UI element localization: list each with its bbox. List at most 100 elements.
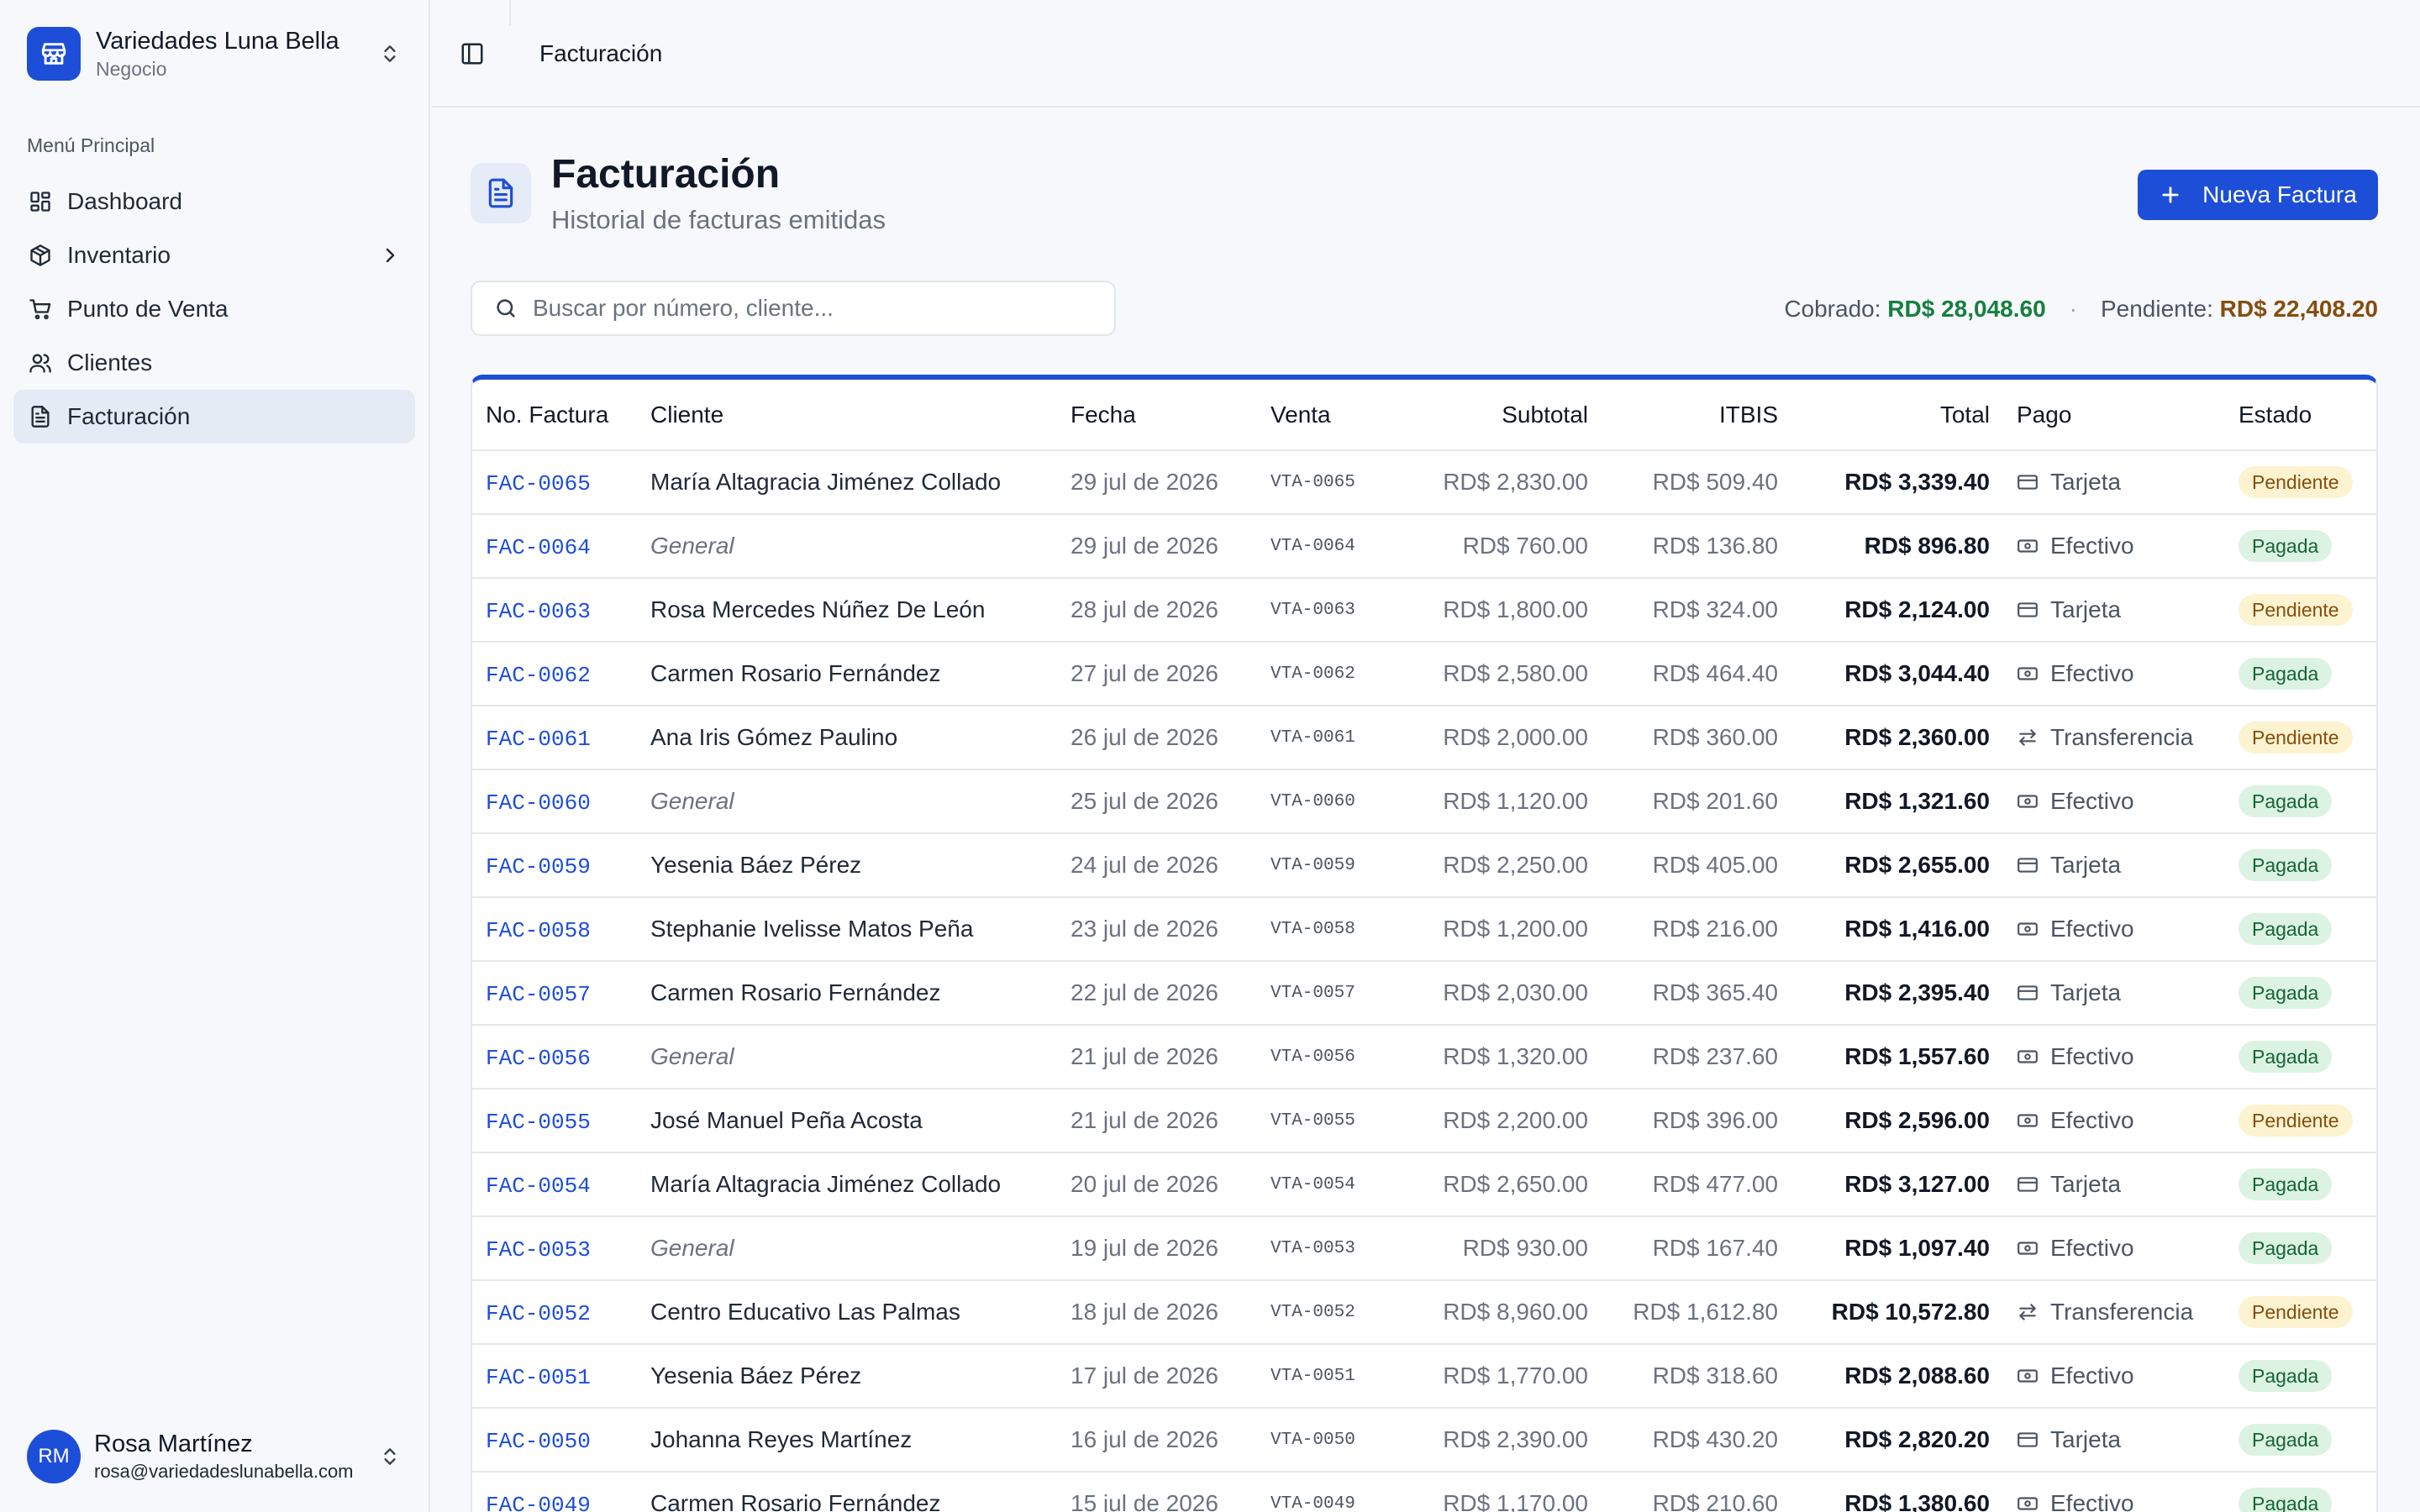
payment-method: Efectivo xyxy=(2050,788,2134,814)
table-row[interactable]: FAC-0056 General 21 jul de 2026 VTA-0056 RD$… xyxy=(472,1025,2376,1089)
itbis-cell: RD$ 167.40 xyxy=(1602,1216,1791,1281)
file-text-icon xyxy=(471,163,531,223)
invoice-number-link[interactable]: FAC-0056 xyxy=(486,1046,591,1071)
column-header-subtotal[interactable]: Subtotal xyxy=(1383,380,1602,451)
invoice-number-link[interactable]: FAC-0062 xyxy=(486,663,591,688)
payment-cell: Efectivo xyxy=(2003,1472,2225,1512)
payment-method: Efectivo xyxy=(2050,1490,2134,1512)
invoice-number-link[interactable]: FAC-0052 xyxy=(486,1301,591,1326)
table-row[interactable]: FAC-0052 Centro Educativo Las Palmas 18 ju… xyxy=(472,1280,2376,1345)
column-header-payment[interactable]: Pago xyxy=(2003,380,2225,451)
subtotal-cell: RD$ 930.00 xyxy=(1383,1216,1602,1281)
invoice-number-link[interactable]: FAC-0057 xyxy=(486,982,591,1007)
sale-cell: VTA-0059 xyxy=(1257,833,1383,898)
itbis-cell: RD$ 396.00 xyxy=(1602,1089,1791,1153)
invoice-number-link[interactable]: FAC-0055 xyxy=(486,1110,591,1135)
payment-cell: Efectivo xyxy=(2003,1025,2225,1089)
sidebar-item-punto-de-venta[interactable]: Punto de Venta xyxy=(13,282,415,336)
invoice-number-link[interactable]: FAC-0051 xyxy=(486,1365,591,1390)
table-row[interactable]: FAC-0054 María Altagracia Jiménez Collado… xyxy=(472,1152,2376,1217)
table-row[interactable]: FAC-0050 Johanna Reyes Martínez 16 jul de … xyxy=(472,1408,2376,1473)
table-row[interactable]: FAC-0057 Carmen Rosario Fernández 22 jul d… xyxy=(472,961,2376,1026)
sale-cell: VTA-0063 xyxy=(1257,578,1383,643)
business-switcher[interactable]: Variedades Luna Bella Negocio xyxy=(27,24,403,84)
sidebar-item-inventario[interactable]: Inventario xyxy=(13,228,415,282)
credit-card-icon xyxy=(2017,1173,2039,1195)
invoices-table-card: No. Factura Cliente Fecha Venta Subtotal… xyxy=(471,375,2378,1512)
subtotal-cell: RD$ 1,120.00 xyxy=(1383,769,1602,834)
invoice-number-link[interactable]: FAC-0059 xyxy=(486,854,591,879)
status-cell: Pagada xyxy=(2225,1216,2376,1281)
invoice-number-link[interactable]: FAC-0050 xyxy=(486,1429,591,1454)
table-row[interactable]: FAC-0062 Carmen Rosario Fernández 27 jul d… xyxy=(472,642,2376,706)
invoice-number-link[interactable]: FAC-0065 xyxy=(486,471,591,496)
sidebar-item-dashboard[interactable]: Dashboard xyxy=(13,175,415,228)
client-cell: Centro Educativo Las Palmas xyxy=(637,1280,1057,1345)
arrows-left-right-icon xyxy=(2017,727,2039,748)
table-row[interactable]: FAC-0065 María Altagracia Jiménez Collado… xyxy=(472,450,2376,515)
subtotal-cell: RD$ 1,770.00 xyxy=(1383,1344,1602,1409)
search-box[interactable] xyxy=(471,281,1116,336)
column-header-date[interactable]: Fecha xyxy=(1057,380,1257,451)
sale-cell: VTA-0049 xyxy=(1257,1472,1383,1512)
table-row[interactable]: FAC-0051 Yesenia Báez Pérez 17 jul de 2026… xyxy=(472,1344,2376,1409)
column-header-total[interactable]: Total xyxy=(1791,380,2003,451)
itbis-cell: RD$ 1,612.80 xyxy=(1602,1280,1791,1345)
subtotal-cell: RD$ 1,170.00 xyxy=(1383,1472,1602,1512)
banknote-icon xyxy=(2017,918,2039,940)
table-header-row: No. Factura Cliente Fecha Venta Subtotal… xyxy=(472,380,2376,451)
user-menu[interactable]: RM Rosa Martínez rosa@variedadeslunabell… xyxy=(27,1426,403,1487)
table-row[interactable]: FAC-0064 General 29 jul de 2026 VTA-0064 RD$… xyxy=(472,514,2376,579)
column-header-client[interactable]: Cliente xyxy=(637,380,1057,451)
payment-method: Tarjeta xyxy=(2050,979,2122,1005)
total-cell: RD$ 2,124.00 xyxy=(1791,578,2003,643)
table-row[interactable]: FAC-0061 Ana Iris Gómez Paulino 26 jul de … xyxy=(472,706,2376,770)
sale-cell: VTA-0064 xyxy=(1257,514,1383,579)
table-row[interactable]: FAC-0060 General 25 jul de 2026 VTA-0060 RD$… xyxy=(472,769,2376,834)
client-cell: General xyxy=(637,1025,1057,1089)
invoice-number-link[interactable]: FAC-0054 xyxy=(486,1173,591,1199)
table-row[interactable]: FAC-0063 Rosa Mercedes Núñez De León 28 ju… xyxy=(472,578,2376,643)
sidebar-toggle-button[interactable] xyxy=(457,39,487,69)
search-input[interactable] xyxy=(533,295,1071,322)
itbis-cell: RD$ 360.00 xyxy=(1602,706,1791,770)
invoice-number-link[interactable]: FAC-0064 xyxy=(486,535,591,560)
column-header-invoice[interactable]: No. Factura xyxy=(472,380,637,451)
payment-cell: Tarjeta xyxy=(2003,833,2225,898)
box-icon xyxy=(27,242,54,269)
sidebar-item-facturacion[interactable]: Facturación xyxy=(13,390,415,444)
status-cell: Pagada xyxy=(2225,514,2376,579)
new-invoice-button[interactable]: Nueva Factura xyxy=(2138,170,2378,220)
client-cell: Carmen Rosario Fernández xyxy=(637,642,1057,706)
client-cell: Rosa Mercedes Núñez De León xyxy=(637,578,1057,643)
table-row[interactable]: FAC-0055 José Manuel Peña Acosta 21 jul de… xyxy=(472,1089,2376,1153)
itbis-cell: RD$ 136.80 xyxy=(1602,514,1791,579)
subtotal-cell: RD$ 760.00 xyxy=(1383,514,1602,579)
itbis-cell: RD$ 237.60 xyxy=(1602,1025,1791,1089)
invoice-number-link[interactable]: FAC-0053 xyxy=(486,1237,591,1263)
itbis-cell: RD$ 201.60 xyxy=(1602,769,1791,834)
table-row[interactable]: FAC-0053 General 19 jul de 2026 VTA-0053 RD$… xyxy=(472,1216,2376,1281)
invoice-number-link[interactable]: FAC-0049 xyxy=(486,1493,591,1512)
invoice-number-link[interactable]: FAC-0058 xyxy=(486,918,591,943)
payment-cell: Tarjeta xyxy=(2003,961,2225,1026)
column-header-status[interactable]: Estado xyxy=(2225,380,2376,451)
payment-cell: Tarjeta xyxy=(2003,450,2225,515)
column-header-sale[interactable]: Venta xyxy=(1257,380,1383,451)
date-cell: 19 jul de 2026 xyxy=(1057,1216,1257,1281)
payment-method: Tarjeta xyxy=(2050,469,2122,495)
table-row[interactable]: FAC-0058 Stephanie Ivelisse Matos Peña 23 … xyxy=(472,897,2376,962)
invoice-number-link[interactable]: FAC-0063 xyxy=(486,599,591,624)
invoice-number-link[interactable]: FAC-0061 xyxy=(486,727,591,752)
table-row[interactable]: FAC-0049 Carmen Rosario Fernández 15 jul d… xyxy=(472,1472,2376,1512)
total-cell: RD$ 896.80 xyxy=(1791,514,2003,579)
client-cell: María Altagracia Jiménez Collado xyxy=(637,1152,1057,1217)
client-cell: Stephanie Ivelisse Matos Peña xyxy=(637,897,1057,962)
table-row[interactable]: FAC-0059 Yesenia Báez Pérez 24 jul de 2026… xyxy=(472,833,2376,898)
invoice-number-link[interactable]: FAC-0060 xyxy=(486,790,591,816)
divider xyxy=(509,0,511,25)
status-badge: Pagada xyxy=(2238,913,2333,945)
sidebar-item-clientes[interactable]: Clientes xyxy=(13,336,415,390)
sidebar-item-label: Clientes xyxy=(67,349,153,375)
column-header-itbis[interactable]: ITBIS xyxy=(1602,380,1791,451)
